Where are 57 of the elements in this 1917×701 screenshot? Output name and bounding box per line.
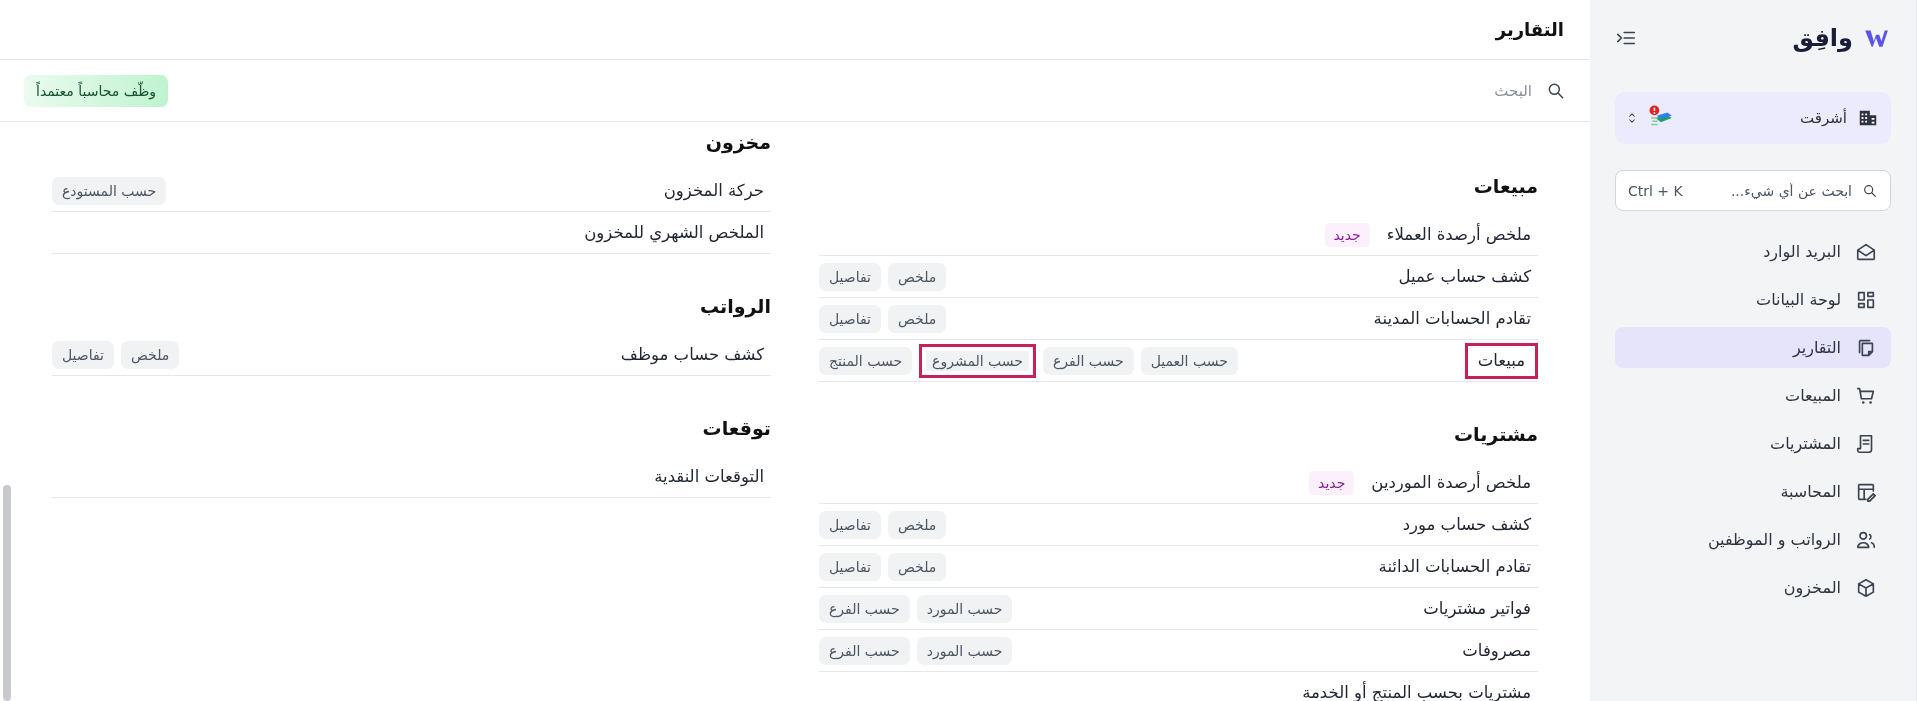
sidebar-item[interactable]: المبيعات	[1615, 375, 1891, 416]
report-variant-button[interactable]: تفاصيل	[819, 304, 881, 333]
keyboard-shortcut: Ctrl + K	[1628, 182, 1683, 199]
report-link[interactable]: تقادم الحسابات المدينة	[1366, 303, 1538, 334]
report-link[interactable]: فواتير مشتريات	[1416, 593, 1538, 624]
hire-accountant-button[interactable]: وظّف محاسباً معتمداً	[24, 74, 169, 107]
sidebar-item[interactable]: التقارير	[1615, 327, 1891, 368]
scrollbar-thumb[interactable]	[3, 485, 11, 701]
report-variant-button[interactable]: ملخص	[887, 552, 947, 581]
report-variant-button[interactable]: حسب الفرع	[819, 636, 910, 665]
logo-text: وافِق	[1792, 24, 1853, 52]
section-title: الرواتب	[698, 294, 771, 320]
report-variant-button[interactable]: ملخص	[887, 510, 947, 539]
report-link[interactable]: تقادم الحسابات الدائنة	[1371, 551, 1538, 582]
organization-switcher[interactable]: أشرقت	[1615, 92, 1891, 144]
report-link[interactable]: كشف حساب مورد	[1395, 509, 1538, 540]
report-link[interactable]: مصروفات	[1455, 635, 1538, 666]
sidebar-item[interactable]: البريد الوارد	[1615, 231, 1891, 272]
new-badge: جديد	[1309, 470, 1355, 495]
sidebar-item[interactable]: المحاسبة	[1615, 471, 1891, 512]
report-link[interactable]: حركة المخزون	[656, 175, 771, 206]
section-title: مخزون	[704, 130, 771, 156]
report-variant-button[interactable]: ملخص	[887, 304, 947, 333]
section-title: مشتريات	[1452, 422, 1538, 448]
report-link[interactable]: التوقعات النقدية	[647, 461, 771, 492]
report-variant-button[interactable]: تفاصيل	[52, 340, 114, 369]
report-variant-button[interactable]: تفاصيل	[819, 510, 881, 539]
report-link[interactable]: مشتريات بحسب المنتج أو الخدمة	[1295, 677, 1538, 701]
sidebar-item[interactable]: لوحة البيانات	[1615, 279, 1891, 320]
report-variant-button[interactable]: حسب الفرع	[819, 594, 910, 623]
section-title: مبيعات	[1472, 174, 1538, 199]
report-variant-button[interactable]: حسب العميل	[1140, 346, 1238, 375]
sidebar-item[interactable]: الرواتب و الموظفين	[1615, 519, 1891, 560]
report-variant-button[interactable]: حسب المنتج	[819, 346, 913, 375]
report-variant-button[interactable]: حسب المشروع	[919, 343, 1036, 378]
box-icon	[1855, 576, 1877, 599]
page-title: التقارير	[1495, 19, 1564, 40]
section-title: توقعات	[701, 416, 771, 442]
sidebar-item[interactable]: المخزون	[1615, 567, 1891, 608]
report-link[interactable]: كشف حساب موظف	[613, 339, 771, 370]
report-variant-button[interactable]: ملخص	[887, 262, 947, 291]
report-variant-button[interactable]: تفاصيل	[819, 552, 881, 581]
report-variant-button[interactable]: حسب الفرع	[1043, 346, 1134, 375]
report-link[interactable]: ملخص أرصدة العملاء	[1379, 219, 1538, 250]
search-icon	[1862, 182, 1878, 199]
sidebar-item[interactable]: المشتريات	[1615, 423, 1891, 464]
report-link[interactable]: ملخص أرصدة الموردين	[1364, 467, 1538, 498]
report-variant-button[interactable]: حسب المورد	[916, 636, 1013, 665]
report-variant-button[interactable]: ملخص	[120, 340, 180, 369]
report-variant-button[interactable]: تفاصيل	[819, 262, 881, 291]
report-link[interactable]: كشف حساب عميل	[1391, 261, 1538, 292]
new-badge: جديد	[1324, 222, 1370, 247]
report-link[interactable]: الملخص الشهري للمخزون	[577, 217, 771, 248]
organization-name: أشرقت	[1799, 109, 1847, 127]
report-variant-button[interactable]: حسب المستودع	[52, 176, 167, 205]
report-link[interactable]: مبيعات	[1464, 342, 1538, 379]
report-variant-button[interactable]: حسب المورد	[916, 594, 1013, 623]
